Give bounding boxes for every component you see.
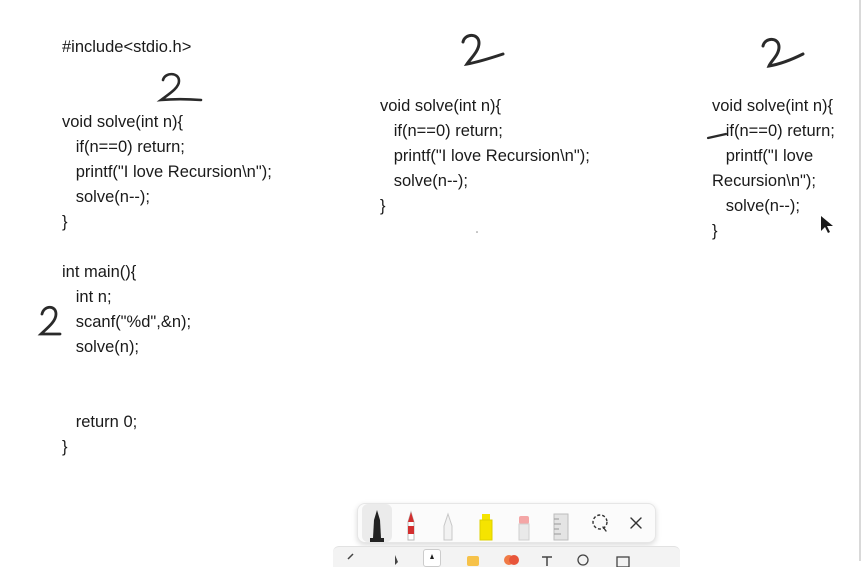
close-toolbar-button[interactable] xyxy=(625,512,647,534)
handwritten-digit-2-side xyxy=(37,305,62,336)
code-line: } xyxy=(62,213,68,231)
code-block-right: void solve(int n){ if(n==0) return; prin… xyxy=(712,94,835,244)
canvas-right-edge xyxy=(859,0,861,561)
red-pen-tool[interactable] xyxy=(396,504,426,542)
code-line: printf("I love Recursion\n"); xyxy=(62,163,272,181)
code-line: solve(n--); xyxy=(380,172,469,190)
eraser-tool[interactable] xyxy=(509,504,539,542)
bottom-taskbar xyxy=(333,546,680,568)
pencil-tool[interactable] xyxy=(433,504,463,542)
code-line: Recursion\n"); xyxy=(712,172,816,190)
code-line: scanf("%d",&n); xyxy=(62,313,192,331)
pointer-icon[interactable] xyxy=(391,551,407,567)
code-line: solve(n--); xyxy=(712,197,801,215)
handwritten-digit-2-main xyxy=(156,72,203,102)
code-line: printf("I love xyxy=(712,147,814,165)
ballpoint-pen-icon xyxy=(370,510,384,542)
highlighter-tool[interactable] xyxy=(471,504,501,542)
code-line: #include<stdio.h> xyxy=(62,38,192,56)
code-line: int main(){ xyxy=(62,263,137,281)
chevron-left-icon[interactable] xyxy=(343,551,359,567)
code-line: return 0; xyxy=(62,413,138,431)
lasso-select-button[interactable] xyxy=(589,512,611,534)
code-block-middle: void solve(int n){ if(n==0) return; prin… xyxy=(380,94,590,219)
pen-toolbar xyxy=(357,503,656,543)
red-pen-icon xyxy=(407,510,415,541)
code-line: if(n==0) return; xyxy=(712,122,835,140)
code-line: printf("I love Recursion\n"); xyxy=(380,147,590,165)
code-line: solve(n); xyxy=(62,338,140,356)
image-icon[interactable] xyxy=(575,551,591,567)
code-line: int n; xyxy=(62,288,112,306)
mouse-pointer-icon xyxy=(821,216,833,233)
lasso-select-icon xyxy=(592,514,608,532)
code-line: void solve(int n){ xyxy=(380,97,502,115)
code-line: solve(n--); xyxy=(62,188,151,206)
sticky-note-icon[interactable] xyxy=(465,551,481,567)
eraser-icon xyxy=(518,516,530,541)
frame-icon[interactable] xyxy=(615,551,631,568)
code-line: } xyxy=(62,438,68,456)
code-line: void solve(int n){ xyxy=(62,113,184,131)
handwritten-digit-2-right xyxy=(761,37,805,68)
code-line: } xyxy=(380,197,386,215)
code-line: if(n==0) return; xyxy=(62,138,185,156)
text-icon[interactable] xyxy=(539,551,555,567)
code-line: if(n==0) return; xyxy=(380,122,503,140)
ink-dot xyxy=(476,231,478,233)
ballpoint-pen-tool[interactable] xyxy=(362,504,392,542)
code-line: void solve(int n){ xyxy=(712,97,834,115)
close-icon xyxy=(630,517,642,529)
handwritten-digit-2-middle xyxy=(461,33,505,67)
highlighter-icon xyxy=(479,514,493,541)
pen-mode-button[interactable] xyxy=(423,549,441,567)
code-line: } xyxy=(712,222,718,240)
ruler-tool[interactable] xyxy=(546,504,576,542)
pencil-icon xyxy=(443,512,453,541)
ink-dash-mark xyxy=(706,132,728,140)
ruler-icon xyxy=(553,513,569,541)
shapes-icon[interactable] xyxy=(503,551,519,567)
